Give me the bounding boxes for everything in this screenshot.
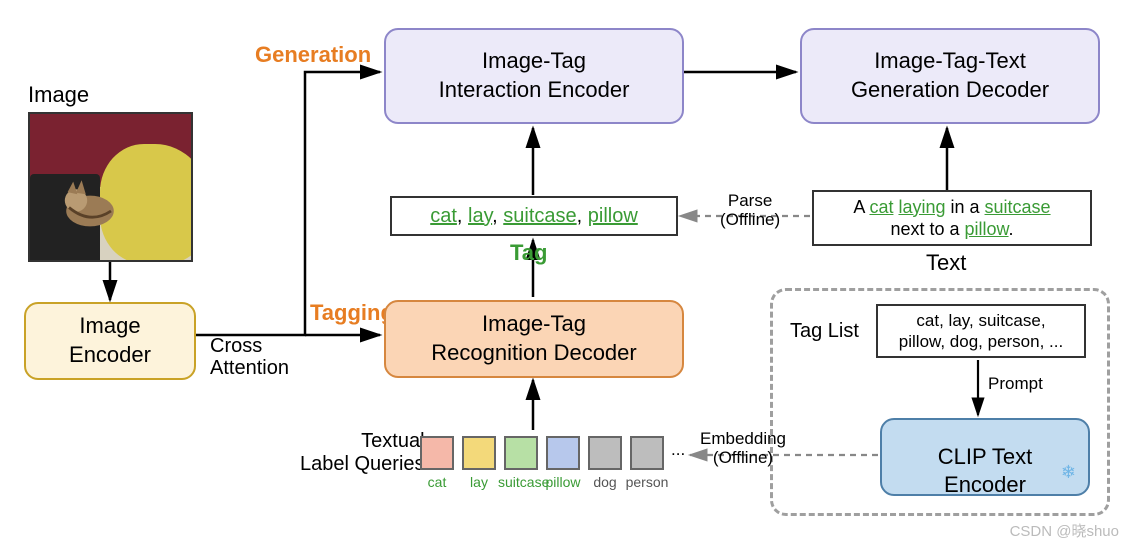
tag-2: suitcase [503,205,576,227]
clip-text-encoder-box: CLIP Text Encoder ❄ [880,418,1090,496]
text-heading: Text [926,250,966,276]
ellipsis: ... [671,440,685,460]
image-heading: Image [28,82,89,108]
query-label-dog: dog [582,474,628,490]
tag-box: cat, lay, suitcase, pillow [390,196,678,236]
tagging-label: Tagging [310,300,394,326]
recognition-decoder-label: Image-Tag Recognition Decoder [431,310,636,367]
generation-decoder-box: Image-Tag-Text Generation Decoder [800,28,1100,124]
cap-mid2: next to a [890,219,964,239]
query-label-person: person [624,474,670,490]
parse-label: Parse (Offline) [720,192,780,229]
query-square-pillow [546,436,580,470]
cap-end: . [1009,219,1014,239]
tag-0: cat [430,205,457,227]
clip-label-text: CLIP Text Encoder [938,444,1033,498]
generation-decoder-label: Image-Tag-Text Generation Decoder [851,47,1049,104]
interaction-encoder-box: Image-Tag Interaction Encoder [384,28,684,124]
watermark: CSDN @晓shuo [1010,520,1119,541]
cap-t2: suitcase [985,197,1051,217]
prompt-label: Prompt [988,374,1043,394]
interaction-encoder-label: Image-Tag Interaction Encoder [439,47,630,104]
query-square-suitcase [504,436,538,470]
tag-3: pillow [588,205,638,227]
query-label-pillow: pillow [540,474,586,490]
caption-text: A cat laying in a suitcase next to a pil… [853,196,1050,241]
query-label-suitcase: suitcase [498,474,544,490]
query-square-dog [588,436,622,470]
query-label-cat: cat [414,474,460,490]
embedding-label: Embedding (Offline) [700,430,786,467]
generation-label: Generation [255,42,371,68]
tag-list-inline: cat, lay, suitcase, pillow [430,204,638,229]
image-encoder-box: Image Encoder [24,302,196,380]
cap-t0: cat [869,197,893,217]
snowflake-icon: ❄ [1061,461,1076,484]
cap-mid1: in a [946,197,985,217]
query-square-cat [420,436,454,470]
tag-list-box: cat, lay, suitcase, pillow, dog, person,… [876,304,1086,358]
tag-list-label: Tag List [790,320,859,343]
textual-label-queries: Textual Label Queries [300,430,425,476]
query-label-lay: lay [456,474,502,490]
query-square-person [630,436,664,470]
cross-attention-label: Cross Attention [210,335,289,379]
query-square-lay [462,436,496,470]
image-encoder-label: Image Encoder [69,312,151,369]
tag-heading: Tag [510,240,547,266]
tag-list-contents-display: cat, lay, suitcase, pillow, dog, person,… [899,310,1063,353]
caption-box: A cat laying in a suitcase next to a pil… [812,190,1092,246]
recognition-decoder-box: Image-Tag Recognition Decoder [384,300,684,378]
tag-1: lay [468,205,492,227]
clip-text-encoder-label: CLIP Text Encoder [938,414,1033,500]
sample-image [28,112,193,262]
cap-t3: pillow [965,219,1009,239]
cap-pre: A [853,197,869,217]
cap-t1: laying [898,197,945,217]
